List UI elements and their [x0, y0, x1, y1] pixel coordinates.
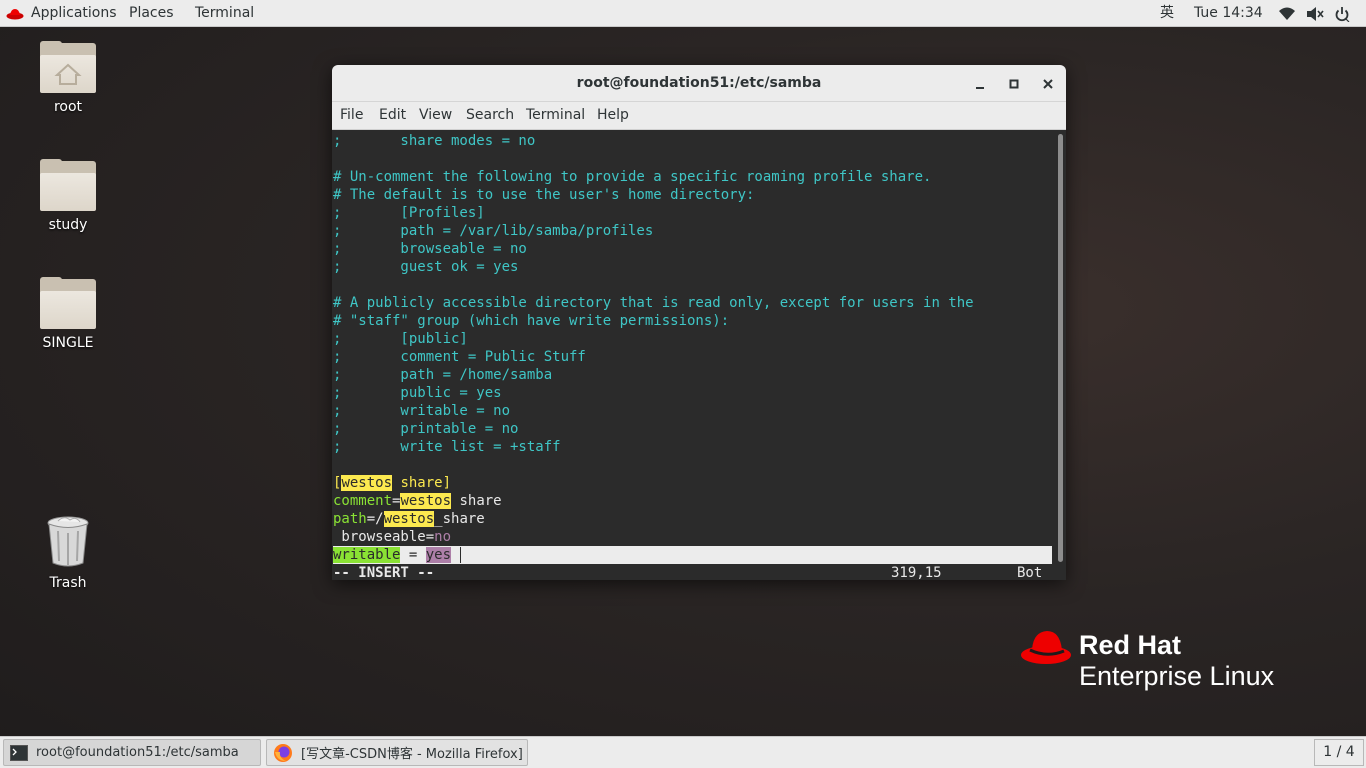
editor-line: # A publicly accessible directory that i… — [333, 295, 974, 311]
editor-line: ; comment = Public Stuff — [333, 349, 586, 365]
taskbar-terminal-label: root@foundation51:/etc/samba — [36, 745, 239, 760]
key-browseable: browseable — [333, 529, 426, 545]
terminal-text-area[interactable]: ; share modes = no # Un-comment the foll… — [332, 130, 1056, 580]
key-writable: writable — [333, 547, 401, 563]
close-button[interactable] — [1038, 74, 1058, 94]
editor-line: ; browseable = no — [333, 241, 527, 257]
terminal-window[interactable]: root@foundation51:/etc/samba File Edit V… — [332, 65, 1066, 580]
path-rest: _share — [434, 511, 485, 527]
editor-line: ; guest ok = yes — [333, 259, 519, 275]
editor-line: ; writable = no — [333, 403, 511, 419]
clock[interactable]: Tue 14:34 — [1194, 4, 1263, 23]
share-section-line: [westos share] — [333, 474, 451, 492]
value-no: no — [434, 529, 452, 545]
scroll-position: Bot — [1017, 565, 1043, 580]
menu-terminal[interactable]: Terminal — [526, 107, 585, 123]
editor-line: ; path = /home/samba — [333, 367, 553, 383]
redhat-icon — [6, 8, 24, 19]
volume-muted-icon — [1307, 6, 1324, 21]
cursor-position: 319,15 — [891, 565, 942, 580]
taskbar-terminal-button[interactable]: root@foundation51:/etc/samba — [3, 739, 261, 766]
menu-view[interactable]: View — [419, 107, 452, 123]
search-highlight: westos — [341, 475, 393, 491]
input-method-indicator[interactable]: 英 — [1160, 4, 1174, 23]
equals: = — [400, 547, 426, 563]
scrollbar-thumb[interactable] — [1058, 134, 1063, 562]
editor-line: # "staff" group (which have write permis… — [333, 313, 730, 329]
desktop-icon-label: root — [53, 99, 83, 115]
system-status-area[interactable] — [1278, 4, 1350, 23]
share-rest: share] — [392, 475, 452, 491]
terminal-icon — [10, 744, 28, 761]
editor-line: ; [Profiles] — [333, 205, 485, 221]
current-line: writable = yes — [333, 546, 1052, 564]
menubar: File Edit View Search Terminal Help — [332, 102, 1066, 130]
taskbar-firefox-button[interactable]: [写文章-CSDN博客 - Mozilla Firefox] — [266, 739, 528, 766]
power-icon — [1335, 6, 1350, 22]
editor-line: ; public = yes — [333, 385, 502, 401]
applications-label: Applications — [31, 5, 117, 21]
desktop-icon-label: study — [48, 217, 88, 233]
desktop-icon-label: SINGLE — [42, 335, 94, 351]
logo-line-2: Enterprise Linux — [1079, 661, 1275, 691]
terminal-app-menu[interactable]: Terminal — [195, 4, 254, 23]
editor-line: ; share modes = no — [333, 133, 536, 149]
editor-line: ; path = /var/lib/samba/profiles — [333, 223, 654, 239]
window-titlebar[interactable]: root@foundation51:/etc/samba — [332, 65, 1066, 102]
menu-help[interactable]: Help — [597, 107, 629, 123]
folder-icon — [40, 159, 96, 211]
path-line: path=/westos_share — [333, 510, 485, 528]
search-highlight: westos — [383, 511, 435, 527]
editor-line: ; write list = +staff — [333, 439, 561, 455]
editor-line: # The default is to use the user's home … — [333, 187, 755, 203]
value-yes: yes — [425, 547, 452, 563]
window-title: root@foundation51:/etc/samba — [576, 75, 822, 91]
terminal-scrollbar[interactable] — [1056, 130, 1066, 563]
equals: = — [425, 529, 435, 545]
desktop-icon-single[interactable]: SINGLE — [28, 277, 108, 351]
editor-line: # Un-comment the following to provide a … — [333, 169, 932, 185]
home-folder-icon — [40, 41, 96, 93]
maximize-button[interactable] — [1004, 74, 1024, 94]
search-highlight: westos — [400, 493, 452, 509]
firefox-icon — [274, 743, 292, 762]
taskbar-firefox-label: [写文章-CSDN博客 - Mozilla Firefox] — [301, 747, 523, 762]
logo-line-1: Red Hat — [1079, 630, 1182, 660]
comment-rest: share — [451, 493, 502, 509]
trash-icon — [40, 513, 96, 569]
places-menu[interactable]: Places — [129, 4, 174, 23]
redhat-enterprise-linux-logo: Red Hat Enterprise Linux — [1020, 628, 1274, 691]
bottom-taskbar: root@foundation51:/etc/samba [写文章-CSDN博客… — [0, 736, 1366, 768]
redhat-logo-icon — [1021, 631, 1071, 664]
comment-line: comment=westos share — [333, 492, 502, 510]
equals: =/ — [366, 511, 384, 527]
applications-menu[interactable]: Applications — [6, 4, 117, 23]
workspace-pager[interactable]: 1 / 4 — [1314, 739, 1364, 766]
browseable-line: browseable=no — [333, 528, 451, 546]
menu-file[interactable]: File — [340, 107, 363, 123]
minimize-button[interactable] — [970, 74, 990, 94]
top-panel: Applications Places Terminal 英 Tue 14:34 — [0, 0, 1366, 27]
wifi-icon — [1279, 7, 1295, 20]
key-comment: comment — [333, 493, 393, 509]
editor-line: ; [public] — [333, 331, 468, 347]
desktop-icon-root[interactable]: root — [28, 41, 108, 115]
editor-line: ; printable = no — [333, 421, 519, 437]
key-path: path — [333, 511, 367, 527]
text-cursor — [460, 547, 462, 563]
close-icon — [1043, 79, 1053, 89]
maximize-icon — [1009, 79, 1019, 89]
desktop-icon-study[interactable]: study — [28, 159, 108, 233]
vim-mode-indicator: -- INSERT -- — [333, 565, 435, 580]
minimize-icon — [976, 87, 984, 89]
menu-edit[interactable]: Edit — [379, 107, 406, 123]
desktop-icon-label: Trash — [49, 575, 87, 591]
desktop-icon-trash[interactable]: Trash — [28, 513, 108, 591]
folder-icon — [40, 277, 96, 329]
menu-search[interactable]: Search — [466, 107, 514, 123]
